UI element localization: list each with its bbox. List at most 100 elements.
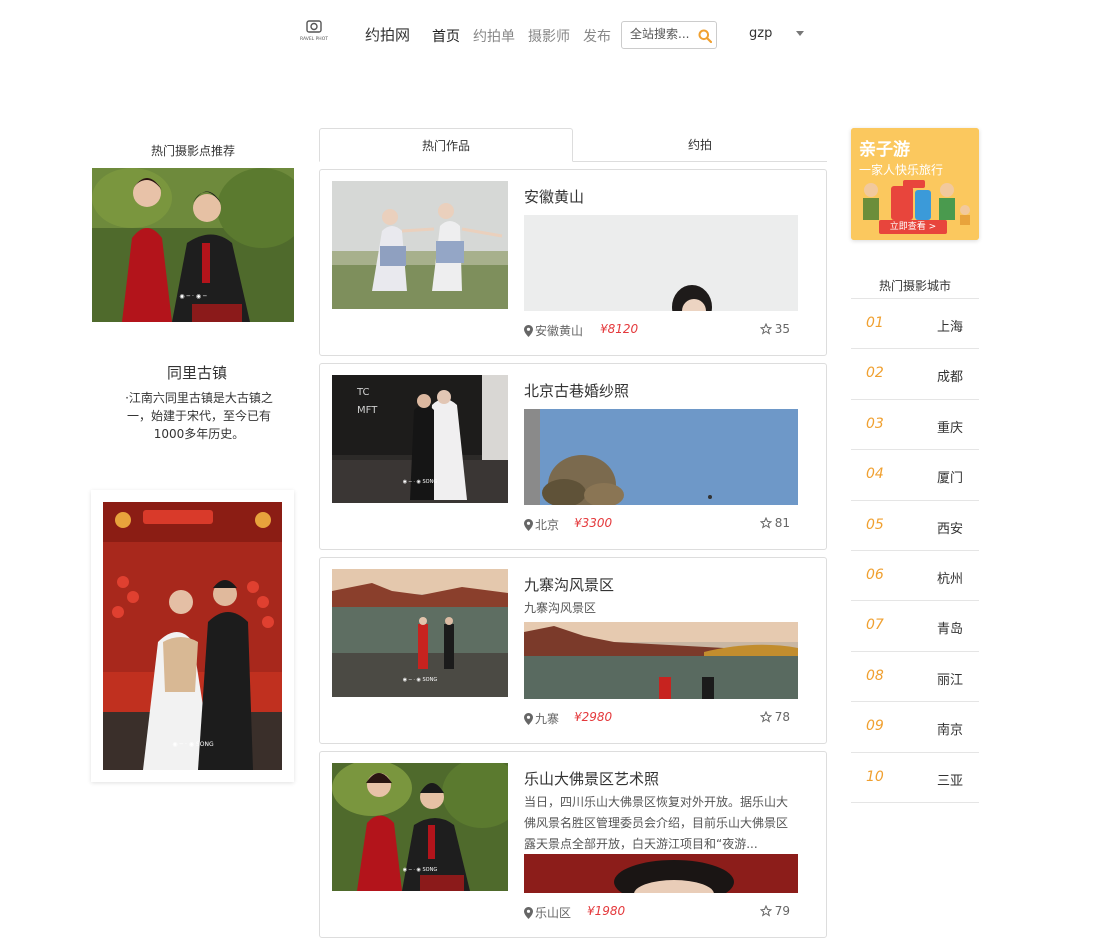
work-price: ¥1980 <box>587 904 626 918</box>
work-location-text: 安徽黄山 <box>535 324 584 338</box>
work-likes[interactable]: 35 <box>759 322 790 336</box>
city-name: 西安 <box>937 521 964 537</box>
city-name: 上海 <box>937 320 964 335</box>
city-item[interactable]: 09 南京 <box>851 702 979 753</box>
svg-text:MFT: MFT <box>357 405 378 416</box>
work-location[interactable]: 乐山区 <box>524 904 571 921</box>
search-icon[interactable] <box>698 28 713 47</box>
svg-text:◉ ─ · ◉ ─: ◉ ─ · ◉ ─ <box>179 293 207 300</box>
work-thumbnail[interactable]: ◉ ─ · ◉ SONG <box>332 763 508 891</box>
work-location-text: 北京 <box>535 518 560 532</box>
city-rank: 01 <box>866 315 884 331</box>
city-rank: 06 <box>866 566 884 583</box>
poster-image: ◉ ─ · ◉ SONG <box>103 502 282 770</box>
city-item[interactable]: 01 上海 <box>851 299 979 350</box>
work-title[interactable]: 北京古巷婚纱照 <box>524 380 629 401</box>
main-nav: 首页 约拍单 摄影师 发布 <box>432 26 611 46</box>
work-title[interactable]: 九寨沟风景区 <box>524 574 614 595</box>
work-title[interactable]: 乐山大佛景区艺术照 <box>524 768 659 789</box>
work-meta: 乐山区 ¥1980 79 <box>524 904 798 920</box>
nav-photographers[interactable]: 摄影师 <box>528 26 570 46</box>
city-rank: 05 <box>866 516 884 533</box>
work-description: 当日，四川乐山大佛景区恢复对外开放。据乐山大佛风景名胜区管理委员会介绍，目前乐山… <box>524 795 789 851</box>
site-name[interactable]: 约拍网 <box>365 24 410 45</box>
tab-hot-works[interactable]: 热门作品 <box>319 128 573 162</box>
search-input[interactable] <box>630 27 694 41</box>
city-name: 杭州 <box>937 571 964 587</box>
work-location[interactable]: 九寨 <box>524 710 559 727</box>
work-likes-count: 35 <box>774 322 790 336</box>
city-rank: 10 <box>866 768 884 785</box>
map-marker-icon <box>524 518 533 531</box>
star-icon <box>759 905 772 917</box>
work-card[interactable]: ◉ ─ · ◉ SONG 乐山大佛景区艺术照 当日，四川乐山大佛景区恢复对外开放… <box>319 751 827 938</box>
svg-text:RAVEL PHOT: RAVEL PHOT <box>300 36 328 42</box>
top-navbar: RAVEL PHOT 约拍网 首页 约拍单 摄影师 发布 gzp <box>0 0 1101 70</box>
hot-cities-title: 热门摄影城市 <box>878 279 951 293</box>
work-likes-count: 78 <box>774 710 790 724</box>
spot-name[interactable]: 同里古镇 <box>92 362 302 383</box>
work-likes-count: 81 <box>774 516 790 530</box>
work-thumbnail[interactable]: ◉ ─ · ◉ SONG <box>332 569 508 697</box>
svg-text:◉ ─ · ◉ SONG: ◉ ─ · ◉ SONG <box>403 867 438 873</box>
star-icon <box>759 323 772 335</box>
city-item[interactable]: 10 三亚 <box>851 753 979 803</box>
city-name: 丽江 <box>937 672 964 688</box>
city-name: 三亚 <box>937 773 964 789</box>
city-rank: 03 <box>866 415 884 432</box>
hot-spots-title: 热门摄影点推荐 <box>150 144 235 158</box>
chevron-down-icon[interactable] <box>796 31 804 36</box>
work-location-text: 九寨 <box>535 712 560 726</box>
city-rank: 09 <box>866 718 884 735</box>
tab-yuepai[interactable]: 约拍 <box>573 128 827 162</box>
city-rank: 02 <box>866 365 884 382</box>
work-meta: 北京 ¥3300 81 <box>524 516 798 532</box>
work-card[interactable]: ◉ ─ · ◉ SONG 九寨沟风景区 九寨沟风景区 九寨 ¥2980 78 <box>319 557 827 744</box>
spot-photo[interactable]: ◉ ─ · ◉ ─ <box>92 168 294 322</box>
work-description: 九寨沟风景区 <box>524 601 597 615</box>
star-icon <box>759 711 772 723</box>
site-logo[interactable]: RAVEL PHOT <box>296 20 332 46</box>
work-location[interactable]: 安徽黄山 <box>524 322 583 339</box>
nav-home[interactable]: 首页 <box>432 26 460 46</box>
work-title[interactable]: 安徽黄山 <box>524 186 584 207</box>
city-rank: 04 <box>866 466 884 483</box>
promo-poster[interactable]: ◉ ─ · ◉ SONG <box>91 490 294 782</box>
city-item[interactable]: 04 厦门 <box>851 450 979 501</box>
city-item[interactable]: 03 重庆 <box>851 400 979 451</box>
svg-text:◉ ─ · ◉ SONG: ◉ ─ · ◉ SONG <box>172 741 214 748</box>
ad-title: 亲子游 <box>859 140 910 160</box>
ad-view-button[interactable]: 立即查看 > <box>879 220 947 234</box>
ad-subtitle: 一家人快乐旅行 <box>859 163 944 177</box>
city-name: 成都 <box>937 370 964 386</box>
work-preview-image <box>524 854 798 893</box>
work-location-text: 乐山区 <box>535 906 572 920</box>
nav-orders[interactable]: 约拍单 <box>473 26 515 46</box>
svg-text:◉ ─ · ◉ SONG: ◉ ─ · ◉ SONG <box>403 479 438 485</box>
city-rank: 08 <box>866 667 884 684</box>
map-marker-icon <box>524 712 533 725</box>
work-card[interactable]: 安徽黄山 安徽黄山 ¥8120 35 <box>319 169 827 356</box>
work-thumbnail[interactable]: TC MFT ◉ ─ · ◉ SONG <box>332 375 508 503</box>
username[interactable]: gzp <box>749 26 772 41</box>
content-tabs: 热门作品 约拍 <box>319 128 827 162</box>
work-likes[interactable]: 78 <box>759 710 790 724</box>
work-likes[interactable]: 79 <box>759 904 790 918</box>
city-name: 厦门 <box>937 471 964 487</box>
city-item[interactable]: 05 西安 <box>851 501 979 551</box>
city-item[interactable]: 08 丽江 <box>851 652 979 703</box>
nav-publish[interactable]: 发布 <box>583 26 611 46</box>
svg-text:◉ ─ · ◉ SONG: ◉ ─ · ◉ SONG <box>403 677 438 683</box>
city-item[interactable]: 07 青岛 <box>851 601 979 652</box>
work-thumbnail[interactable] <box>332 181 508 309</box>
site-search <box>621 21 717 49</box>
hot-cities-list: 01 上海 02 成都 03 重庆 04 厦门 05 西安 06 杭州 07 青岛 08 丽江 … <box>851 298 979 803</box>
city-item[interactable]: 02 成都 <box>851 349 979 400</box>
work-price: ¥2980 <box>574 710 613 724</box>
city-item[interactable]: 06 杭州 <box>851 551 979 602</box>
city-name: 南京 <box>937 723 964 739</box>
family-trip-ad[interactable]: 亲子游 一家人快乐旅行 立即查看 > <box>851 128 979 240</box>
work-location[interactable]: 北京 <box>524 516 559 533</box>
work-likes[interactable]: 81 <box>759 516 790 530</box>
work-card[interactable]: TC MFT ◉ ─ · ◉ SONG 北京古巷婚纱照 北京 ¥3300 81 <box>319 363 827 550</box>
